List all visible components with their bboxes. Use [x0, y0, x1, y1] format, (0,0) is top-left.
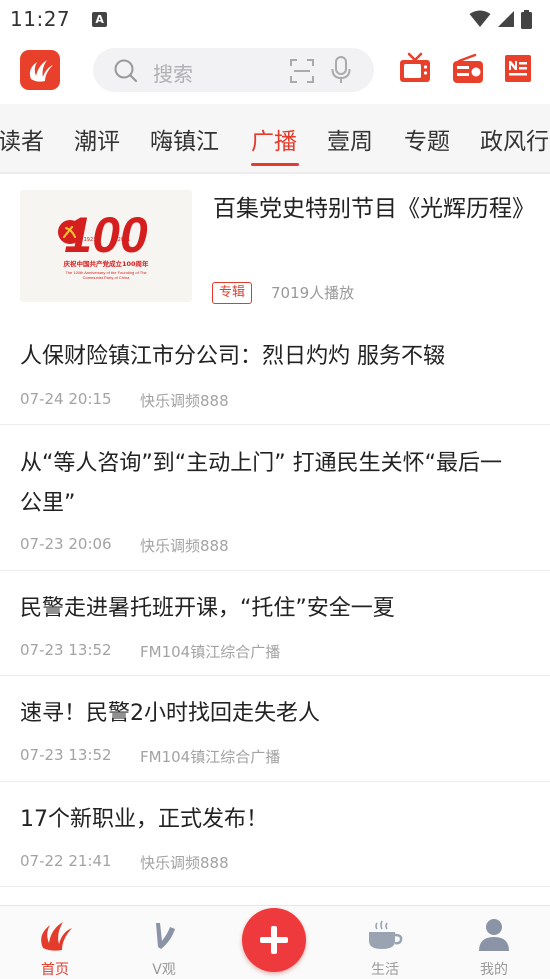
app-header: 搜索 — [0, 38, 550, 104]
featured-thumbnail: 100 1921 2021 庆祝中国共产党成立100周年 The 100th A… — [20, 190, 192, 302]
nav-life-label: 生活 — [371, 962, 399, 978]
album-badge: 专辑 — [212, 282, 253, 304]
battery-icon — [521, 9, 532, 29]
radio-icon[interactable] — [451, 52, 485, 86]
user-profile-icon — [479, 919, 509, 951]
tab-hi-zhenjiang[interactable]: 嗨镇江 — [150, 122, 219, 156]
add-button[interactable] — [242, 908, 306, 972]
nav-home[interactable]: 首页 — [15, 906, 95, 979]
news-source: 快乐调频888 — [140, 392, 229, 410]
home-logo-icon — [41, 922, 72, 951]
news-title[interactable]: 人保财险镇江市分公司：烈日灼灼 服务不辍 — [20, 337, 520, 377]
status-time: 11:27 — [10, 7, 71, 31]
emblem-caption-en: The 100th Anniversary of the Founding of… — [65, 270, 147, 280]
nav-mine-label: 我的 — [480, 962, 508, 978]
news-source: FM104镇江综合广播 — [140, 748, 281, 766]
news-source: 快乐调频888 — [140, 537, 229, 555]
nav-home-label: 首页 — [41, 962, 69, 978]
emblem-caption-cn: 庆祝中国共产党成立100周年 — [62, 259, 149, 268]
news-source: FM104镇江综合广播 — [140, 643, 281, 661]
news-title[interactable]: 17个新职业，正式发布！ — [20, 800, 520, 840]
news-date: 07-24 20:15 — [20, 390, 112, 408]
status-indicators — [469, 9, 532, 29]
news-date: 07-23 13:52 — [20, 746, 112, 764]
news-source: 快乐调频888 — [140, 854, 229, 872]
search-icon — [114, 59, 138, 83]
news-item[interactable]: 民警走进暑托班开课，“托住”安全一夏 07-23 13:52 FM104镇江综合… — [0, 571, 550, 675]
wifi-icon — [469, 10, 491, 27]
tab-topics[interactable]: 专题 — [404, 122, 450, 156]
featured-title[interactable]: 百集党史特别节目《光辉历程》 — [213, 190, 535, 228]
scan-icon[interactable] — [289, 58, 315, 84]
nav-video-label: V观 — [152, 962, 176, 978]
tab-commentary[interactable]: 潮评 — [74, 122, 120, 156]
microphone-icon[interactable] — [331, 56, 351, 84]
news-date: 07-23 13:52 — [20, 641, 112, 659]
featured-album[interactable]: 100 1921 2021 庆祝中国共产党成立100周年 The 100th A… — [0, 174, 550, 322]
party-anniversary-emblem: 100 1921 2021 庆祝中国共产党成立100周年 The 100th A… — [20, 190, 192, 302]
nav-life[interactable]: 生活 — [345, 906, 425, 979]
active-tab-indicator — [251, 163, 299, 166]
news-item[interactable]: 从“等人咨询”到“主动上门” 打通民生关怀“最后一公里” 07-23 20:06… — [0, 425, 550, 570]
list-divider — [0, 886, 550, 887]
news-item[interactable]: 17个新职业，正式发布！ 07-22 21:41 快乐调频888 — [0, 782, 550, 886]
coffee-cup-icon — [369, 920, 403, 949]
news-title[interactable]: 从“等人咨询”到“主动上门” 打通民生关怀“最后一公里” — [20, 444, 510, 524]
search-input[interactable]: 搜索 — [153, 58, 193, 87]
emblem-year-right: 2021 — [118, 237, 131, 243]
tab-governance[interactable]: 政风行 — [480, 122, 549, 156]
status-bar: 11:27 A — [0, 0, 550, 38]
emblem-year-left: 1921 — [84, 237, 97, 243]
tab-broadcast[interactable]: 广播 — [251, 122, 297, 156]
newspaper-icon[interactable] — [504, 52, 534, 84]
play-count: 7019人播放 — [271, 284, 355, 302]
news-title[interactable]: 速寻！民警2小时找回走失老人 — [20, 694, 520, 734]
tv-icon[interactable] — [398, 52, 432, 86]
notification-a-icon: A — [92, 11, 108, 27]
search-bar[interactable]: 搜索 — [93, 48, 374, 92]
v-view-icon — [156, 923, 175, 949]
tab-weekly[interactable]: 壹周 — [327, 122, 373, 156]
cell-signal-icon — [498, 11, 514, 27]
category-tabs: 读者 潮评 嗨镇江 广播 壹周 专题 政风行 — [0, 104, 550, 174]
news-date: 07-22 21:41 — [20, 852, 112, 870]
nav-mine[interactable]: 我的 — [454, 906, 534, 979]
news-item[interactable]: 速寻！民警2小时找回走失老人 07-23 13:52 FM104镇江综合广播 — [0, 676, 550, 781]
nav-video[interactable]: V观 — [124, 906, 204, 979]
news-date: 07-23 20:06 — [20, 535, 112, 553]
app-logo-icon[interactable] — [20, 50, 60, 90]
plus-icon — [260, 926, 288, 954]
news-item[interactable]: 人保财险镇江市分公司：烈日灼灼 服务不辍 07-24 20:15 快乐调频888 — [0, 322, 550, 424]
tab-readers[interactable]: 读者 — [0, 122, 44, 156]
news-title[interactable]: 民警走进暑托班开课，“托住”安全一夏 — [20, 589, 520, 629]
